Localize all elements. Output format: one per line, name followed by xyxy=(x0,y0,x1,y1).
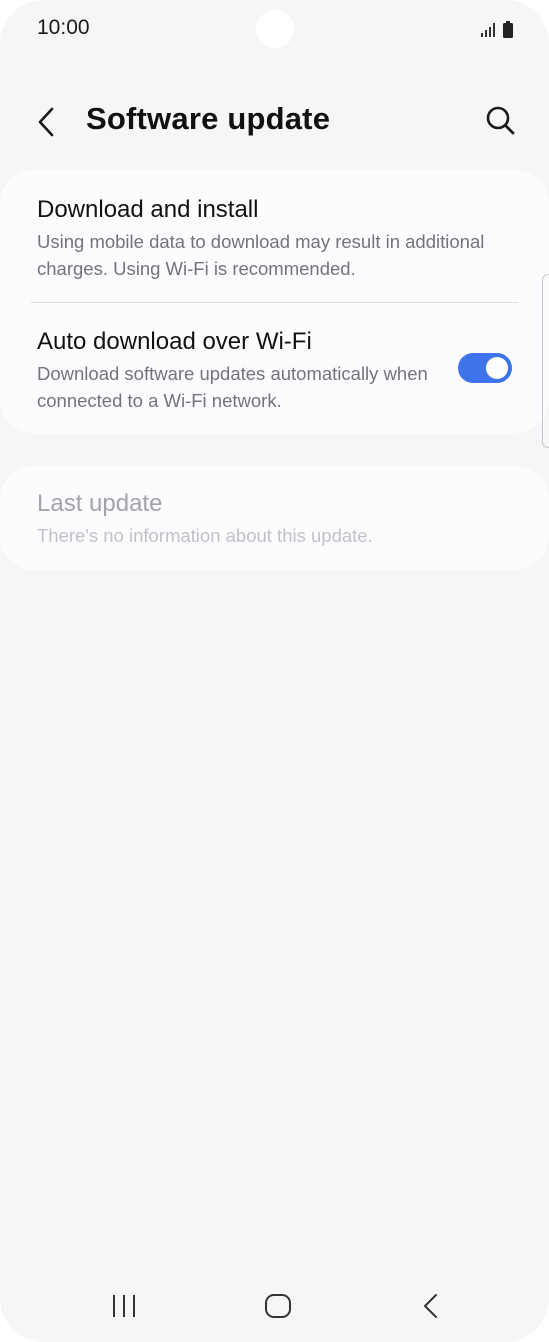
scroll-indicator xyxy=(542,274,549,448)
back-button[interactable] xyxy=(30,100,66,144)
chevron-left-icon xyxy=(38,107,54,137)
recents-button[interactable] xyxy=(106,1286,142,1326)
signal-icon xyxy=(481,21,513,38)
last-update-title: Last update xyxy=(37,490,163,517)
last-update-card: Last update There's no information about… xyxy=(0,466,549,570)
auto-download-description: Download software updates automatically … xyxy=(37,363,428,411)
home-icon xyxy=(265,1294,291,1318)
download-install-description: Using mobile data to download may result… xyxy=(37,231,485,279)
home-button[interactable] xyxy=(258,1286,298,1326)
nav-back-button[interactable] xyxy=(416,1286,446,1326)
battery-icon xyxy=(503,21,513,38)
auto-download-title: Auto download over Wi-Fi xyxy=(37,328,312,355)
search-button[interactable] xyxy=(480,100,522,142)
auto-download-toggle[interactable] xyxy=(458,353,512,383)
page-title: Software update xyxy=(86,101,331,136)
back-icon xyxy=(424,1294,437,1318)
settings-card: Download and install Using mobile data t… xyxy=(0,170,549,433)
camera-cutout xyxy=(256,10,294,48)
status-time: 10:00 xyxy=(37,16,90,39)
toggle-knob xyxy=(486,357,508,379)
search-icon xyxy=(486,106,515,135)
last-update-description: There's no information about this update… xyxy=(37,525,373,546)
download-install-row[interactable]: Download and install Using mobile data t… xyxy=(0,170,549,302)
download-install-title: Download and install xyxy=(37,196,259,223)
recents-icon xyxy=(113,1295,135,1317)
screen: 10:00 Software update Download and insta… xyxy=(0,0,549,1342)
status-icons xyxy=(481,20,515,40)
